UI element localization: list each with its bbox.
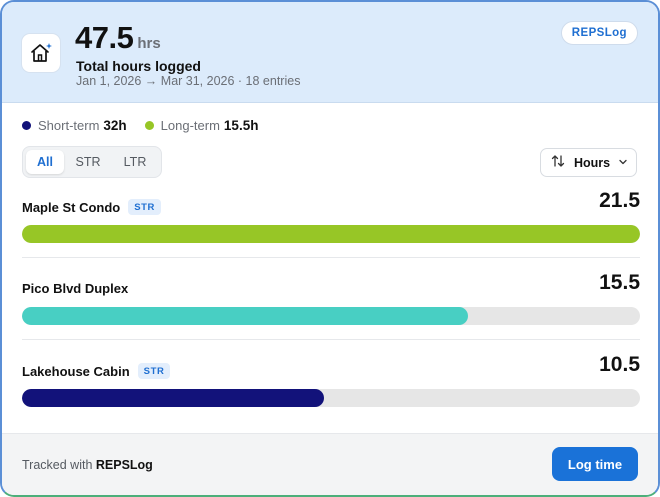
property-type-tag: STR (137, 363, 171, 379)
sort-label: Hours (574, 155, 611, 170)
chevron-down-icon (618, 156, 628, 170)
footer-brand: REPSLog (95, 458, 153, 472)
hours-bar-fill (22, 225, 640, 243)
property-name: Maple St Condo (22, 199, 121, 215)
total-hours-unit: hrs (137, 35, 161, 52)
filter-option-ltr[interactable]: LTR (112, 150, 158, 174)
home-sparkle-icon (21, 33, 61, 73)
property-name: Pico Blvd Duplex (22, 281, 129, 296)
property-name-wrap: Lakehouse Cabin STR (22, 363, 171, 379)
property-hours: 21.5 (599, 189, 640, 212)
legend-value: 32h (103, 118, 127, 133)
hours-bar-track (22, 225, 640, 243)
header-subtitle: Jan 1, 2026 → Mar 31, 2026 · 18 entries (76, 74, 301, 88)
property-name: Lakehouse Cabin (22, 363, 130, 379)
property-hours: 15.5 (599, 271, 640, 294)
filter-segmented-control: All STR LTR (22, 146, 162, 178)
property-name-wrap: Pico Blvd Duplex (22, 281, 128, 296)
sort-dropdown[interactable]: Hours (540, 148, 637, 177)
brand-badge: REPSLog (560, 21, 638, 45)
hours-bar-track (22, 307, 640, 325)
hours-card: 47.5 hrs Total hours logged Jan 1, 2026 … (0, 0, 660, 497)
property-hours: 10.5 (599, 353, 640, 376)
property-type-tag: STR (128, 199, 162, 215)
legend-value: 15.5h (223, 118, 259, 133)
divider (22, 257, 640, 258)
legend-item-short-term: Short-term 32h (22, 118, 127, 133)
total-hours-value: 47.5 (75, 20, 134, 55)
filter-option-all[interactable]: All (26, 150, 64, 174)
legend-label: Long-term (160, 118, 220, 133)
divider (22, 339, 640, 340)
total-hours: 47.5 hrs (75, 20, 161, 56)
header-title: Total hours logged (76, 58, 201, 74)
log-time-button[interactable]: Log time (552, 447, 638, 481)
legend-item-long-term: Long-term 15.5h (144, 118, 259, 133)
footer-text: Tracked with REPSLog (22, 458, 153, 472)
legend-dot (144, 121, 154, 130)
footer-prefix: Tracked with (22, 458, 96, 472)
card-footer: Tracked with REPSLog Log time (2, 433, 658, 495)
hours-bar-fill (22, 389, 324, 407)
legend: Short-term 32h Long-term 15.5h (22, 118, 276, 133)
legend-label: Short-term (38, 118, 100, 133)
hours-bar-track (22, 389, 640, 407)
property-name-wrap: Maple St Condo STR (22, 199, 162, 215)
legend-dot (22, 121, 31, 130)
card-header: 47.5 hrs Total hours logged Jan 1, 2026 … (2, 2, 658, 103)
sort-arrows-icon (551, 154, 565, 171)
hours-bar-fill (22, 307, 468, 325)
filter-option-str[interactable]: STR (64, 150, 112, 174)
